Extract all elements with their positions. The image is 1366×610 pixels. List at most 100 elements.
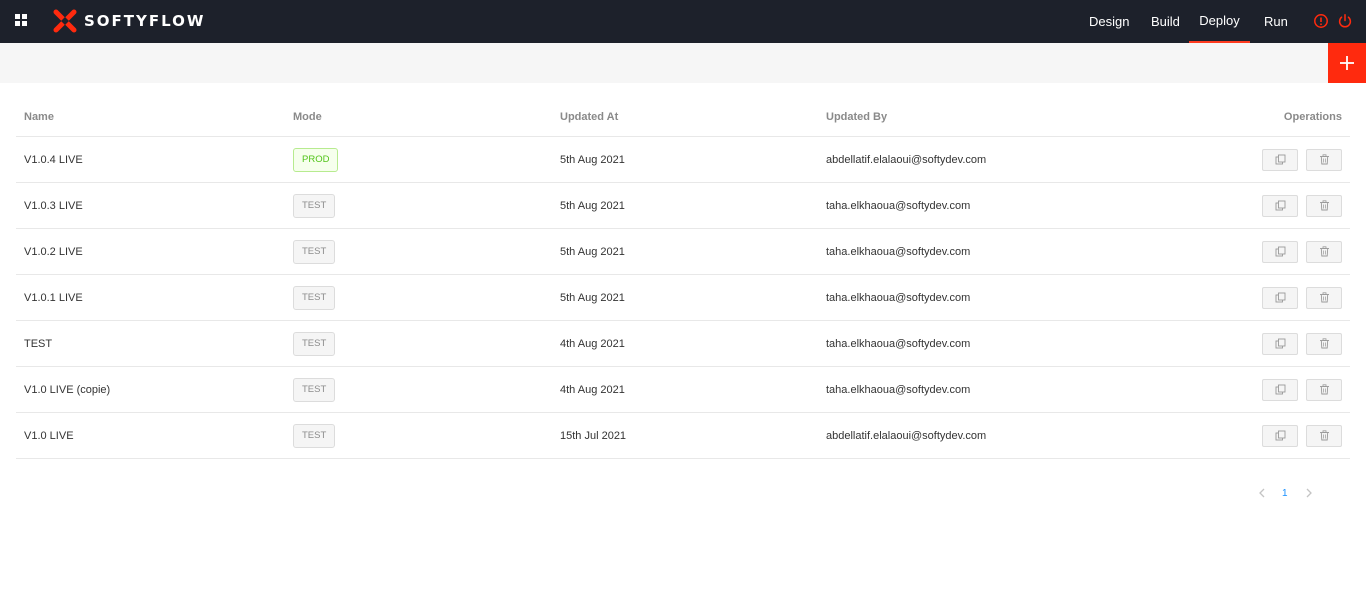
mode-badge: TEST bbox=[293, 285, 336, 310]
table-row[interactable]: TEST TEST 4th Aug 2021 taha.elkhaoua@softyd… bbox=[16, 321, 1350, 367]
delete-button[interactable] bbox=[1306, 424, 1342, 447]
logo-mark-icon bbox=[53, 9, 77, 33]
row-operations bbox=[1262, 367, 1342, 412]
row-name: V1.0 LIVE bbox=[24, 429, 74, 442]
row-updated-by: taha.elkhaoua@softydev.com bbox=[826, 383, 971, 396]
mode-cell: TEST bbox=[293, 275, 336, 320]
delete-button[interactable] bbox=[1306, 240, 1342, 263]
row-name: V1.0.2 LIVE bbox=[24, 245, 83, 258]
copy-icon bbox=[1275, 246, 1286, 257]
row-operations bbox=[1262, 229, 1342, 274]
row-updated-by: taha.elkhaoua@softydev.com bbox=[826, 199, 971, 212]
row-updated-at: 5th Aug 2021 bbox=[560, 153, 625, 166]
row-updated-by: taha.elkhaoua@softydev.com bbox=[826, 337, 971, 350]
info-icon[interactable] bbox=[1313, 13, 1329, 29]
delete-button[interactable] bbox=[1306, 148, 1342, 171]
row-updated-at: 4th Aug 2021 bbox=[560, 383, 625, 396]
copy-icon bbox=[1275, 430, 1286, 441]
mode-cell: TEST bbox=[293, 183, 336, 228]
chevron-left-icon[interactable] bbox=[1258, 486, 1266, 500]
table-header: Name Mode Updated At Updated By Operatio… bbox=[16, 98, 1350, 137]
column-header-operations: Operations bbox=[1283, 111, 1342, 123]
trash-icon bbox=[1319, 338, 1330, 349]
mode-badge: TEST bbox=[293, 423, 336, 448]
row-updated-by: abdellatif.elalaoui@softydev.com bbox=[826, 153, 987, 166]
mode-badge: TEST bbox=[293, 193, 336, 218]
copy-icon bbox=[1275, 384, 1286, 395]
softyflow-logo[interactable]: SOFTYFLOW bbox=[52, 7, 205, 35]
trash-icon bbox=[1319, 384, 1330, 395]
copy-icon bbox=[1275, 200, 1286, 211]
table-row[interactable]: V1.0.3 LIVE TEST 5th Aug 2021 taha.elkhaoua… bbox=[16, 183, 1350, 229]
mode-badge: PROD bbox=[293, 147, 339, 172]
mode-cell: TEST bbox=[293, 413, 336, 458]
row-operations bbox=[1262, 137, 1342, 182]
row-operations bbox=[1262, 183, 1342, 228]
column-header-name[interactable]: Name bbox=[24, 111, 54, 123]
row-updated-by: taha.elkhaoua@softydev.com bbox=[826, 245, 971, 258]
copy-button[interactable] bbox=[1262, 424, 1298, 447]
mode-badge: TEST bbox=[293, 239, 336, 264]
trash-icon bbox=[1319, 154, 1330, 165]
chevron-right-icon[interactable] bbox=[1305, 486, 1313, 500]
column-header-mode[interactable]: Mode bbox=[293, 111, 322, 123]
table-body: V1.0.4 LIVE PROD 5th Aug 2021 abdellatif.el… bbox=[16, 137, 1350, 459]
copy-button[interactable] bbox=[1262, 240, 1298, 263]
delete-button[interactable] bbox=[1306, 286, 1342, 309]
mode-cell: TEST bbox=[293, 367, 336, 412]
add-button[interactable] bbox=[1328, 43, 1366, 83]
column-header-updated-by[interactable]: Updated By bbox=[826, 111, 887, 123]
table-row[interactable]: V1.0.2 LIVE TEST 5th Aug 2021 taha.elkhaoua… bbox=[16, 229, 1350, 275]
delete-button[interactable] bbox=[1306, 194, 1342, 217]
copy-button[interactable] bbox=[1262, 378, 1298, 401]
apps-grid-icon[interactable] bbox=[15, 14, 28, 27]
mode-cell: PROD bbox=[293, 137, 339, 182]
mode-badge: TEST bbox=[293, 377, 336, 402]
plus-icon bbox=[1340, 56, 1354, 70]
copy-button[interactable] bbox=[1262, 286, 1298, 309]
mode-badge: TEST bbox=[293, 331, 336, 356]
toolbar bbox=[0, 43, 1366, 83]
nav-run[interactable]: Run bbox=[1264, 0, 1288, 43]
row-operations bbox=[1262, 275, 1342, 320]
table-row[interactable]: V1.0.1 LIVE TEST 5th Aug 2021 taha.elkhaoua… bbox=[16, 275, 1350, 321]
delete-button[interactable] bbox=[1306, 378, 1342, 401]
nav-design[interactable]: Design bbox=[1089, 0, 1129, 43]
power-icon[interactable] bbox=[1337, 13, 1353, 29]
copy-button[interactable] bbox=[1262, 332, 1298, 355]
nav-build[interactable]: Build bbox=[1151, 0, 1180, 43]
row-updated-at: 5th Aug 2021 bbox=[560, 245, 625, 258]
row-updated-at: 15th Jul 2021 bbox=[560, 429, 627, 442]
table-row[interactable]: V1.0 LIVE TEST 15th Jul 2021 abdellatif.ela… bbox=[16, 413, 1350, 459]
row-name: V1.0.4 LIVE bbox=[24, 153, 83, 166]
versions-table: Name Mode Updated At Updated By Operatio… bbox=[16, 98, 1350, 459]
row-name: TEST bbox=[24, 337, 53, 350]
table-row[interactable]: V1.0.4 LIVE PROD 5th Aug 2021 abdellatif.el… bbox=[16, 137, 1350, 183]
mode-cell: TEST bbox=[293, 229, 336, 274]
row-operations bbox=[1262, 413, 1342, 458]
delete-button[interactable] bbox=[1306, 332, 1342, 355]
copy-button[interactable] bbox=[1262, 148, 1298, 171]
table-row[interactable]: V1.0 LIVE (copie) TEST 4th Aug 2021 taha.el… bbox=[16, 367, 1350, 413]
copy-icon bbox=[1275, 338, 1286, 349]
trash-icon bbox=[1319, 200, 1330, 211]
top-navigation-bar: SOFTYFLOW Design Build Deploy Run bbox=[0, 0, 1366, 43]
pagination-page[interactable]: 1 bbox=[1282, 486, 1288, 500]
row-updated-by: taha.elkhaoua@softydev.com bbox=[826, 291, 971, 304]
copy-icon bbox=[1275, 154, 1286, 165]
copy-button[interactable] bbox=[1262, 194, 1298, 217]
row-name: V1.0.1 LIVE bbox=[24, 291, 83, 304]
nav-deploy[interactable]: Deploy bbox=[1189, 0, 1250, 43]
logo-text: SOFTYFLOW bbox=[84, 12, 206, 30]
row-updated-at: 4th Aug 2021 bbox=[560, 337, 625, 350]
row-name: V1.0 LIVE (copie) bbox=[24, 383, 111, 396]
row-updated-at: 5th Aug 2021 bbox=[560, 199, 625, 212]
trash-icon bbox=[1319, 292, 1330, 303]
row-operations bbox=[1262, 321, 1342, 366]
mode-cell: TEST bbox=[293, 321, 336, 366]
trash-icon bbox=[1319, 246, 1330, 257]
row-updated-by: abdellatif.elalaoui@softydev.com bbox=[826, 429, 987, 442]
column-header-updated-at[interactable]: Updated At bbox=[560, 111, 618, 123]
copy-icon bbox=[1275, 292, 1286, 303]
row-updated-at: 5th Aug 2021 bbox=[560, 291, 625, 304]
